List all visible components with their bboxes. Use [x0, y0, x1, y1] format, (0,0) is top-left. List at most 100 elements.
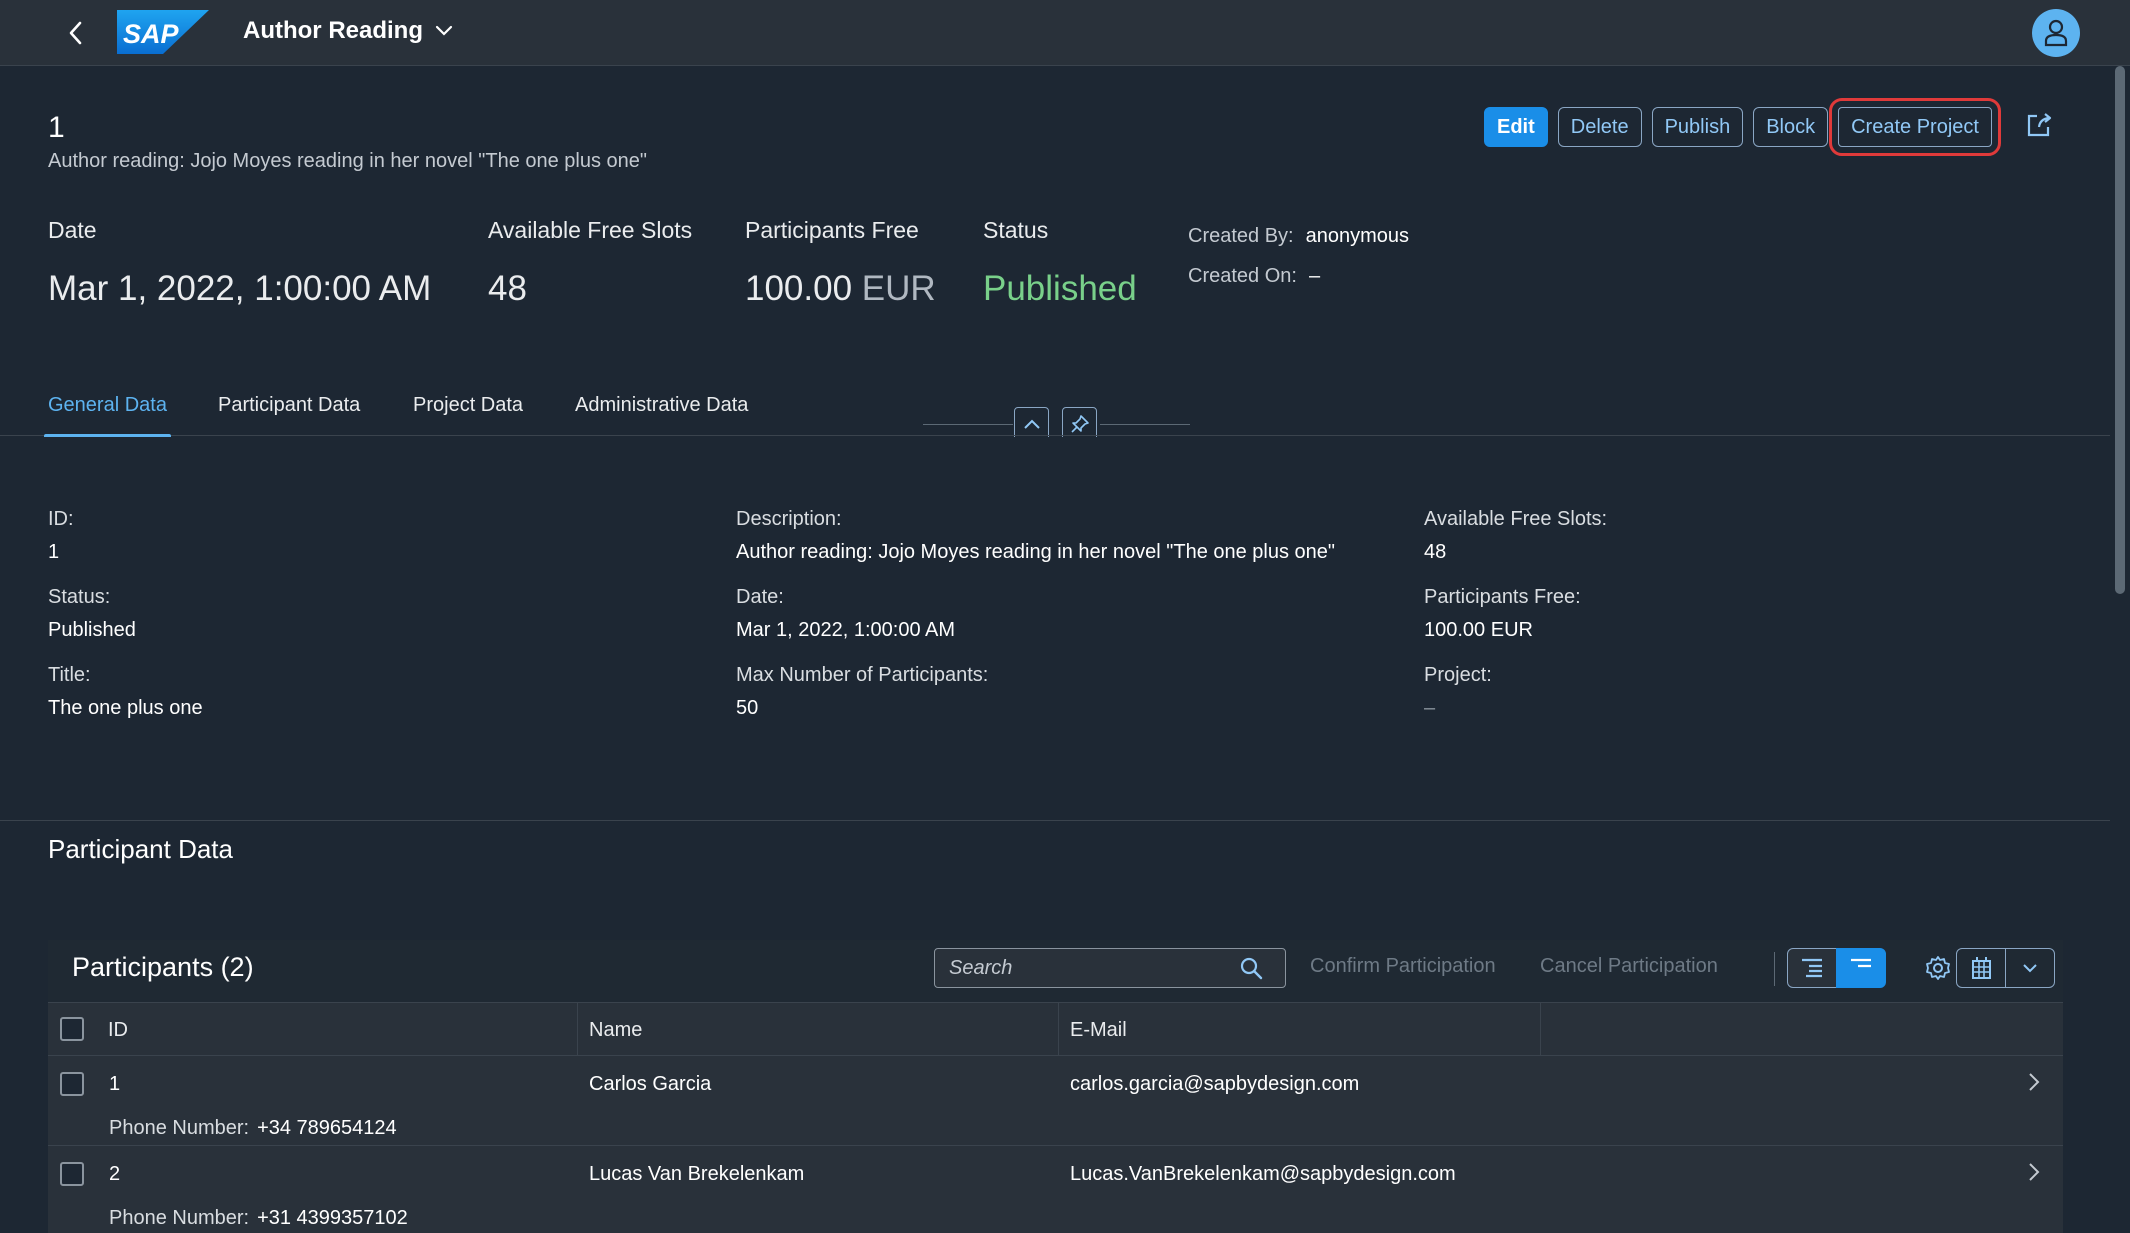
kpi-status-value: Published: [983, 269, 1137, 308]
field-free-slots: Available Free Slots: 48: [1424, 508, 1607, 564]
table-header: ID Name E-Mail: [48, 1002, 2063, 1057]
chevron-left-icon: [69, 21, 82, 45]
search-field[interactable]: [934, 948, 1286, 988]
created-by-value: anonymous: [1305, 224, 1410, 247]
field-label: Description:: [736, 508, 842, 530]
table-row[interactable]: 2 Lucas Van Brekelenkam Lucas.VanBrekele…: [48, 1146, 2063, 1233]
tab-project-data[interactable]: Project Data: [413, 394, 523, 436]
settings-button[interactable]: [1918, 948, 1958, 988]
object-header: 1 Author reading: Jojo Moyes reading in …: [0, 67, 2110, 441]
kpi-fee-value-wrap: 100.00 EUR: [745, 269, 936, 309]
tab-administrative-data[interactable]: Administrative Data: [575, 394, 748, 436]
export-menu-button[interactable]: [2005, 948, 2055, 988]
phone-value: +31 4399357102: [257, 1207, 408, 1229]
participant-section-title: Participant Data: [48, 834, 233, 864]
table-row[interactable]: 1 Carlos Garcia carlos.garcia@sapbydesig…: [48, 1056, 2063, 1146]
field-value: –: [1424, 697, 1436, 719]
export-spreadsheet-icon: [1972, 957, 1991, 979]
cell-phone: Phone Number: +31 4399357102: [109, 1207, 408, 1230]
phone-value: +34 789654124: [257, 1117, 397, 1139]
field-status: Status: Published: [48, 586, 136, 642]
confirm-participation-button[interactable]: Confirm Participation: [1310, 955, 1496, 978]
app-title-menu[interactable]: Author Reading: [243, 17, 453, 45]
share-icon: [2027, 113, 2052, 137]
field-label: Status:: [48, 586, 111, 608]
field-date: Date: Mar 1, 2022, 1:00:00 AM: [736, 586, 955, 642]
field-value: 100.00 EUR: [1424, 619, 1533, 641]
search-icon[interactable]: [1239, 956, 1263, 980]
kpi-free-slots: Available Free Slots 48: [488, 217, 692, 309]
app-title: Author Reading: [243, 17, 423, 44]
details-show-button[interactable]: [1787, 948, 1837, 988]
cell-id: 1: [109, 1073, 121, 1095]
delete-button[interactable]: Delete: [1557, 107, 1642, 147]
select-all-checkbox[interactable]: [60, 1017, 84, 1041]
person-icon: [2044, 19, 2068, 47]
object-subtitle: Author reading: Jojo Moyes reading in he…: [48, 150, 648, 172]
chevron-down-icon: [2023, 964, 2037, 973]
general-data-section: ID: 1 Status: Published Title: The one p…: [0, 437, 2110, 821]
chevron-down-icon: [435, 25, 453, 36]
meta-created-on: Created On: –: [1188, 256, 1409, 296]
sap-logo[interactable]: SAP: [117, 10, 209, 54]
column-header-name[interactable]: Name: [577, 1003, 642, 1057]
tab-participant-data[interactable]: Participant Data: [218, 394, 360, 436]
kpi-slots-label: Available Free Slots: [488, 217, 693, 243]
section-tabs: General Data Participant Data Project Da…: [0, 384, 2110, 438]
cell-email: Lucas.VanBrekelenkam@sapbydesign.com: [1070, 1163, 1456, 1185]
gear-icon: [1926, 956, 1950, 980]
created-on-value: –: [1308, 264, 1321, 287]
back-button[interactable]: [60, 17, 92, 49]
kpi-date: Date Mar 1, 2022, 1:00:00 AM: [48, 217, 431, 309]
scrollbar-thumb[interactable]: [2115, 66, 2125, 594]
tab-general-data[interactable]: General Data: [44, 394, 171, 438]
field-value: 1: [48, 541, 60, 563]
chevron-right-icon: [2029, 1073, 2040, 1091]
block-button[interactable]: Block: [1753, 107, 1829, 147]
cancel-participation-button[interactable]: Cancel Participation: [1540, 955, 1718, 978]
field-label: Date:: [736, 586, 784, 608]
phone-label: Phone Number:: [109, 1207, 250, 1229]
header-meta: Created By: anonymous Created On: –: [1188, 216, 1409, 296]
table-toolbar: Participants (2) Confirm Participation C…: [48, 940, 2063, 1002]
field-label: Available Free Slots:: [1424, 508, 1608, 530]
shell-bar: SAP Author Reading: [0, 0, 2130, 66]
list-collapsed-icon: [1851, 958, 1871, 968]
field-max-participants: Max Number of Participants: 50: [736, 664, 988, 720]
kpi-slots-value: 48: [488, 269, 527, 308]
cell-name: Carlos Garcia: [589, 1073, 712, 1095]
edit-button[interactable]: Edit: [1484, 107, 1548, 147]
row-checkbox[interactable]: [60, 1162, 84, 1186]
object-title: 1: [48, 111, 65, 144]
kpi-date-value: Mar 1, 2022, 1:00:00 AM: [48, 269, 432, 308]
field-label: Participants Free:: [1424, 586, 1581, 608]
export-button[interactable]: [1956, 948, 2006, 988]
field-value: Mar 1, 2022, 1:00:00 AM: [736, 619, 956, 641]
page-scrollbar[interactable]: [2110, 66, 2130, 1233]
field-description: Description: Author reading: Jojo Moyes …: [736, 508, 1335, 564]
field-participant-fee: Participants Free: 100.00 EUR: [1424, 586, 1581, 642]
publish-button[interactable]: Publish: [1651, 107, 1744, 147]
field-label: ID:: [48, 508, 74, 530]
list-details-icon: [1802, 958, 1822, 978]
table-title: Participants (2): [72, 952, 254, 982]
user-avatar[interactable]: [2032, 9, 2080, 57]
search-input[interactable]: [949, 956, 1239, 980]
column-header-email[interactable]: E-Mail: [1058, 1003, 1127, 1057]
field-project: Project: –: [1424, 664, 1492, 720]
kpi-date-label: Date: [48, 217, 97, 243]
kpi-fee-label: Participants Free: [745, 217, 919, 243]
row-navigate[interactable]: [2028, 1162, 2040, 1187]
details-hide-button[interactable]: [1836, 948, 1886, 988]
column-header-id[interactable]: ID: [96, 1003, 128, 1057]
share-button[interactable]: [2025, 111, 2057, 143]
field-value: 50: [736, 697, 759, 719]
kpi-fee-unit: EUR: [861, 269, 936, 308]
meta-created-by: Created By: anonymous: [1188, 216, 1409, 256]
created-by-label: Created By:: [1188, 224, 1294, 247]
row-navigate[interactable]: [2028, 1072, 2040, 1097]
phone-label: Phone Number:: [109, 1117, 250, 1139]
row-checkbox[interactable]: [60, 1072, 84, 1096]
field-value: 48: [1424, 541, 1447, 563]
create-project-button[interactable]: Create Project: [1829, 98, 2001, 156]
